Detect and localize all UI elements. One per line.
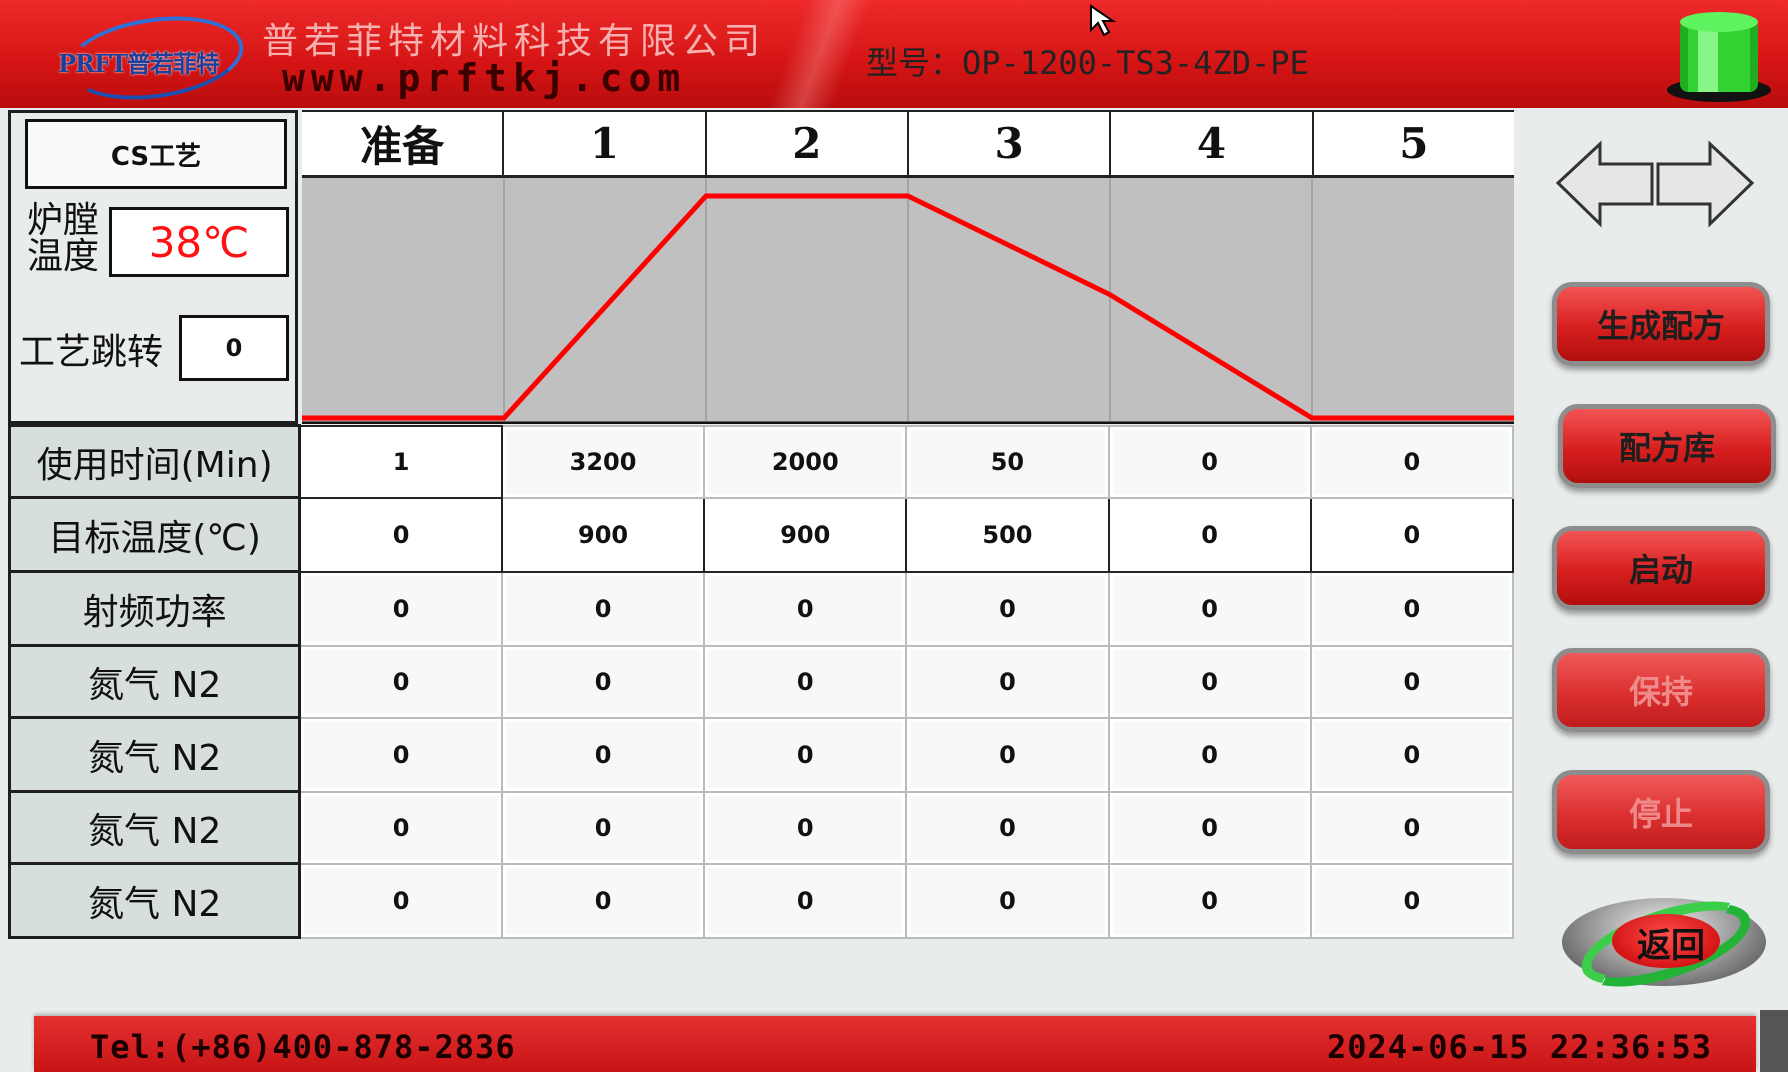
step-header-prep: 准备 [360, 122, 445, 171]
process-jump-input[interactable]: 0 [179, 315, 289, 381]
param-cell[interactable]: 0 [1107, 644, 1312, 719]
param-cell[interactable]: 0 [1107, 716, 1312, 793]
row-label: 使用时间(Min) [7, 424, 302, 499]
param-cell[interactable]: 900 [500, 496, 706, 573]
table-row: 射频功率 0 0 0 0 0 0 [7, 570, 1515, 647]
footer-bar: Tel:(+86)400-878-2836 2024-06-15 22:36:5… [34, 1016, 1756, 1072]
param-cell[interactable]: 0 [298, 570, 503, 647]
param-cell[interactable]: 0 [905, 790, 1110, 865]
process-info-panel: CS工艺 炉膛温度 38℃ 工艺跳转 0 [8, 110, 298, 424]
model-label: 型号：OP-1200-TS3-4ZD-PE [866, 44, 1309, 82]
param-cell[interactable]: 0 [905, 716, 1110, 793]
param-cell[interactable]: 0 [298, 496, 503, 573]
param-cell[interactable]: 0 [1309, 496, 1515, 573]
step-header-3: 3 [906, 112, 1109, 175]
param-cell[interactable]: 0 [905, 862, 1110, 939]
param-cell[interactable]: 0 [1107, 570, 1312, 647]
table-row: 氮气 N2 0 0 0 0 0 0 [7, 644, 1515, 719]
param-cell[interactable]: 0 [500, 790, 706, 865]
corner-tab [1760, 1010, 1788, 1072]
param-cell[interactable]: 0 [500, 644, 706, 719]
status-light-icon [1667, 12, 1771, 102]
page-navigation-arrows [1556, 140, 1755, 228]
param-cell[interactable]: 3200 [500, 424, 706, 499]
param-cell[interactable]: 0 [500, 862, 706, 939]
header-bar: PRFT普若菲特 普若菲特材料科技有限公司 www.prftkj.com 型号：… [0, 0, 1788, 110]
param-cell[interactable]: 0 [1107, 862, 1312, 939]
hold-button[interactable]: 保持 [1552, 648, 1770, 732]
return-button-label: 返回 [1637, 925, 1705, 966]
param-cell[interactable]: 0 [703, 570, 908, 647]
recipe-parameter-table: 使用时间(Min) 1 3200 2000 50 0 0 目标温度(℃) 0 900 900 500 0… [7, 424, 1515, 939]
param-cell[interactable]: 0 [500, 570, 706, 647]
process-jump-label: 工艺跳转 [19, 332, 164, 373]
param-cell[interactable]: 0 [298, 644, 503, 719]
param-cell[interactable]: 0 [298, 790, 503, 865]
step-header-5: 5 [1311, 112, 1514, 175]
row-label: 射频功率 [7, 570, 302, 647]
param-cell[interactable]: 0 [905, 644, 1110, 719]
row-label: 氮气 N2 [7, 716, 302, 793]
temperature-profile-chart [302, 178, 1514, 424]
param-cell[interactable]: 0 [703, 644, 908, 719]
header-decoration [760, 0, 880, 108]
param-cell[interactable]: 0 [1309, 424, 1515, 499]
company-website: www.prftkj.com [282, 56, 687, 100]
row-label: 氮气 N2 [7, 644, 302, 719]
start-button[interactable]: 启动 [1552, 526, 1770, 610]
return-button[interactable]: 返回 [1556, 884, 1776, 1004]
arrow-right-icon[interactable] [1656, 140, 1755, 228]
mouse-cursor-icon [1090, 4, 1117, 37]
recipe-library-button[interactable]: 配方库 [1558, 404, 1776, 488]
table-row: 氮气 N2 0 0 0 0 0 0 [7, 716, 1515, 793]
arrow-left-icon[interactable] [1556, 140, 1654, 228]
step-header-2: 2 [704, 112, 907, 175]
contact-phone: Tel:(+86)400-878-2836 [90, 1028, 516, 1066]
param-cell[interactable]: 1 [298, 424, 503, 499]
param-cell[interactable]: 0 [905, 570, 1110, 647]
param-cell[interactable]: 0 [298, 862, 503, 939]
param-cell[interactable]: 0 [1107, 424, 1312, 499]
process-name-field[interactable]: CS工艺 [25, 119, 287, 189]
table-row: 氮气 N2 0 0 0 0 0 0 [7, 862, 1515, 939]
param-cell[interactable]: 2000 [703, 424, 908, 499]
param-cell[interactable]: 0 [703, 862, 908, 939]
param-cell[interactable]: 0 [1309, 716, 1515, 793]
table-row: 目标温度(℃) 0 900 900 500 0 0 [7, 496, 1515, 573]
row-label: 氮气 N2 [7, 790, 302, 865]
param-cell[interactable]: 0 [500, 716, 706, 793]
row-label: 目标温度(℃) [7, 496, 302, 573]
step-header-row: 准备 1 2 3 4 5 [302, 110, 1514, 178]
param-cell[interactable]: 0 [1107, 496, 1312, 573]
param-cell[interactable]: 50 [905, 424, 1110, 499]
table-row: 氮气 N2 0 0 0 0 0 0 [7, 790, 1515, 865]
chamber-temp-value: 38℃ [109, 207, 289, 277]
param-cell[interactable]: 0 [703, 790, 908, 865]
stop-button[interactable]: 停止 [1552, 770, 1770, 854]
param-cell[interactable]: 0 [703, 716, 908, 793]
step-header-4: 4 [1109, 112, 1311, 175]
current-datetime: 2024-06-15 22:36:53 [1326, 1028, 1712, 1066]
company-logo: PRFT普若菲特 [52, 6, 252, 110]
param-cell[interactable]: 900 [703, 496, 908, 573]
param-cell[interactable]: 0 [298, 716, 503, 793]
param-cell[interactable]: 0 [1309, 790, 1515, 865]
table-row: 使用时间(Min) 1 3200 2000 50 0 0 [7, 424, 1515, 499]
row-label: 氮气 N2 [7, 862, 302, 939]
step-header-1: 1 [502, 112, 704, 175]
chamber-temp-label: 炉膛温度 [27, 200, 100, 277]
logo-text: PRFT普若菲特 [58, 49, 220, 78]
generate-recipe-button[interactable]: 生成配方 [1552, 282, 1770, 366]
param-cell[interactable]: 0 [1309, 570, 1515, 647]
param-cell[interactable]: 500 [905, 496, 1110, 573]
param-cell[interactable]: 0 [1107, 790, 1312, 865]
param-cell[interactable]: 0 [1309, 862, 1515, 939]
param-cell[interactable]: 0 [1309, 644, 1515, 719]
